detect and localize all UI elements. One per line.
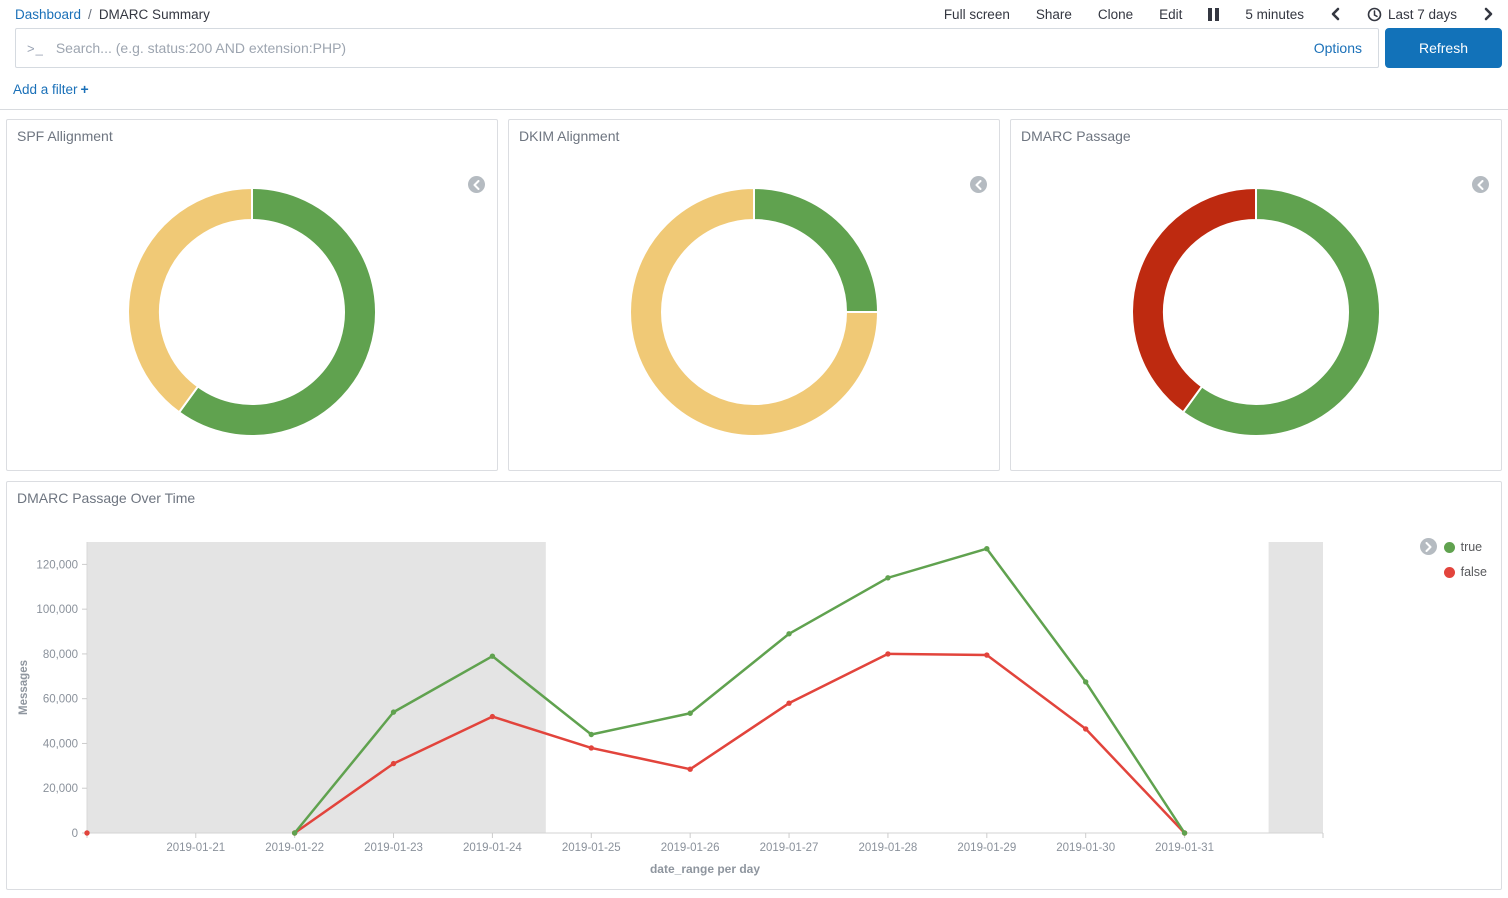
x-axis-tick-label: 2019-01-28 bbox=[859, 842, 918, 854]
y-axis-tick-label: 80,000 bbox=[43, 649, 78, 661]
panel-dmarc-passage: DMARC Passage bbox=[1010, 119, 1502, 471]
breadcrumb: Dashboard / DMARC Summary bbox=[15, 7, 210, 22]
panel-title: SPF Allignment bbox=[7, 120, 497, 144]
panel-title: DMARC Passage bbox=[1011, 120, 1501, 144]
data-point-true bbox=[391, 709, 396, 714]
data-point-true bbox=[589, 732, 594, 737]
data-point-false bbox=[391, 761, 396, 766]
data-point-true bbox=[984, 546, 989, 551]
data-point-false bbox=[984, 652, 989, 657]
data-point-false bbox=[885, 651, 890, 656]
panel-spf-alignment: SPF Allignment bbox=[6, 119, 498, 471]
data-point-false bbox=[490, 714, 495, 719]
query-prompt-icon: >_ bbox=[27, 41, 44, 56]
legend-label: false bbox=[1461, 565, 1487, 579]
donut-segment[interactable] bbox=[1132, 188, 1256, 412]
legend-collapse-icon[interactable] bbox=[468, 176, 485, 193]
dashboard-grid: SPF Allignment DKIM Alignment DMARC Pass… bbox=[0, 110, 1508, 890]
y-axis-tick-label: 20,000 bbox=[43, 783, 78, 795]
add-filter-label: Add a filter bbox=[13, 82, 78, 97]
y-axis-tick-label: 60,000 bbox=[43, 694, 78, 706]
legend-collapse-icon[interactable] bbox=[1472, 176, 1489, 193]
time-filter-shade bbox=[87, 542, 546, 833]
time-range-button[interactable]: Last 7 days bbox=[1367, 7, 1457, 22]
data-point-true bbox=[786, 631, 791, 636]
data-point-true bbox=[687, 711, 692, 716]
legend-label: true bbox=[1461, 540, 1483, 554]
donut-segment[interactable] bbox=[754, 188, 878, 312]
legend-expand-icon[interactable] bbox=[1420, 538, 1437, 555]
x-axis-tick-label: 2019-01-31 bbox=[1155, 842, 1214, 854]
data-point-false bbox=[1083, 726, 1088, 731]
y-axis-tick-label: 0 bbox=[72, 828, 78, 840]
add-filter-link[interactable]: Add a filter+ bbox=[13, 82, 89, 97]
refresh-interval-button[interactable]: 5 minutes bbox=[1245, 7, 1304, 22]
donut-chart-dmarc bbox=[1011, 185, 1501, 439]
donut-chart-dkim bbox=[509, 185, 999, 439]
x-axis-tick-label: 2019-01-22 bbox=[265, 842, 324, 854]
page-title: DMARC Summary bbox=[99, 7, 210, 22]
time-filter-shade bbox=[1269, 542, 1323, 833]
donut-segment[interactable] bbox=[128, 188, 252, 412]
donut-panels-row: SPF Allignment DKIM Alignment DMARC Pass… bbox=[6, 119, 1502, 471]
time-forward-icon[interactable] bbox=[1483, 7, 1494, 21]
x-axis-tick-label: 2019-01-29 bbox=[957, 842, 1016, 854]
x-axis-tick-label: 2019-01-24 bbox=[463, 842, 522, 854]
refresh-button[interactable]: Refresh bbox=[1385, 28, 1502, 68]
x-axis-title: date_range per day bbox=[650, 862, 760, 876]
panel-title: DKIM Alignment bbox=[509, 120, 999, 144]
y-axis-title: Messages bbox=[18, 660, 30, 715]
query-bar: >_ Options Refresh bbox=[0, 26, 1508, 68]
data-point-false bbox=[84, 830, 89, 835]
menu-edit[interactable]: Edit bbox=[1159, 7, 1182, 22]
data-point-false bbox=[589, 745, 594, 750]
line-chart-legend: true false bbox=[1420, 540, 1487, 579]
x-axis-tick-label: 2019-01-23 bbox=[364, 842, 423, 854]
data-point-true bbox=[885, 575, 890, 580]
query-options-link[interactable]: Options bbox=[1314, 40, 1362, 56]
x-axis-tick-label: 2019-01-26 bbox=[661, 842, 720, 854]
time-back-icon[interactable] bbox=[1330, 7, 1341, 21]
donut-chart-spf bbox=[7, 185, 497, 439]
search-input[interactable] bbox=[54, 39, 1314, 57]
breadcrumb-separator: / bbox=[88, 7, 92, 22]
legend-dot bbox=[1444, 542, 1455, 553]
x-axis-tick-label: 2019-01-27 bbox=[760, 842, 819, 854]
panel-dmarc-passage-over-time: DMARC Passage Over Time 020,00040,00060,… bbox=[6, 481, 1502, 890]
legend-dot bbox=[1444, 567, 1455, 578]
x-axis-tick-label: 2019-01-21 bbox=[166, 842, 225, 854]
clock-icon bbox=[1367, 7, 1382, 22]
dashboard-menu: Full screen Share Clone Edit 5 minutes L… bbox=[944, 7, 1494, 22]
data-point-false bbox=[687, 767, 692, 772]
filter-bar: Add a filter+ bbox=[0, 68, 1508, 109]
y-axis-tick-label: 120,000 bbox=[36, 559, 78, 571]
plus-icon: + bbox=[81, 81, 89, 97]
data-point-true bbox=[1182, 830, 1187, 835]
data-point-true bbox=[292, 830, 297, 835]
top-nav-bar: Dashboard / DMARC Summary Full screen Sh… bbox=[0, 0, 1508, 26]
y-axis-tick-label: 40,000 bbox=[43, 738, 78, 750]
panel-dkim-alignment: DKIM Alignment bbox=[508, 119, 1000, 471]
x-axis-tick-label: 2019-01-25 bbox=[562, 842, 621, 854]
y-axis-tick-label: 100,000 bbox=[36, 604, 78, 616]
x-axis-tick-label: 2019-01-30 bbox=[1056, 842, 1115, 854]
time-range-label: Last 7 days bbox=[1388, 7, 1457, 22]
menu-share[interactable]: Share bbox=[1036, 7, 1072, 22]
data-point-true bbox=[1083, 679, 1088, 684]
data-point-true bbox=[490, 653, 495, 658]
line-chart: 0 20,000 40,000 60,000 80,000 100,000 120,000 2… bbox=[7, 482, 1503, 889]
pause-icon[interactable] bbox=[1208, 8, 1219, 21]
breadcrumb-dashboard-link[interactable]: Dashboard bbox=[15, 7, 81, 22]
data-point-false bbox=[786, 700, 791, 705]
legend-item-false[interactable]: false bbox=[1444, 565, 1487, 579]
menu-clone[interactable]: Clone bbox=[1098, 7, 1133, 22]
legend-item-true[interactable]: true bbox=[1444, 540, 1487, 554]
menu-full-screen[interactable]: Full screen bbox=[944, 7, 1010, 22]
search-box[interactable]: >_ Options bbox=[15, 28, 1379, 68]
legend-collapse-icon[interactable] bbox=[970, 176, 987, 193]
